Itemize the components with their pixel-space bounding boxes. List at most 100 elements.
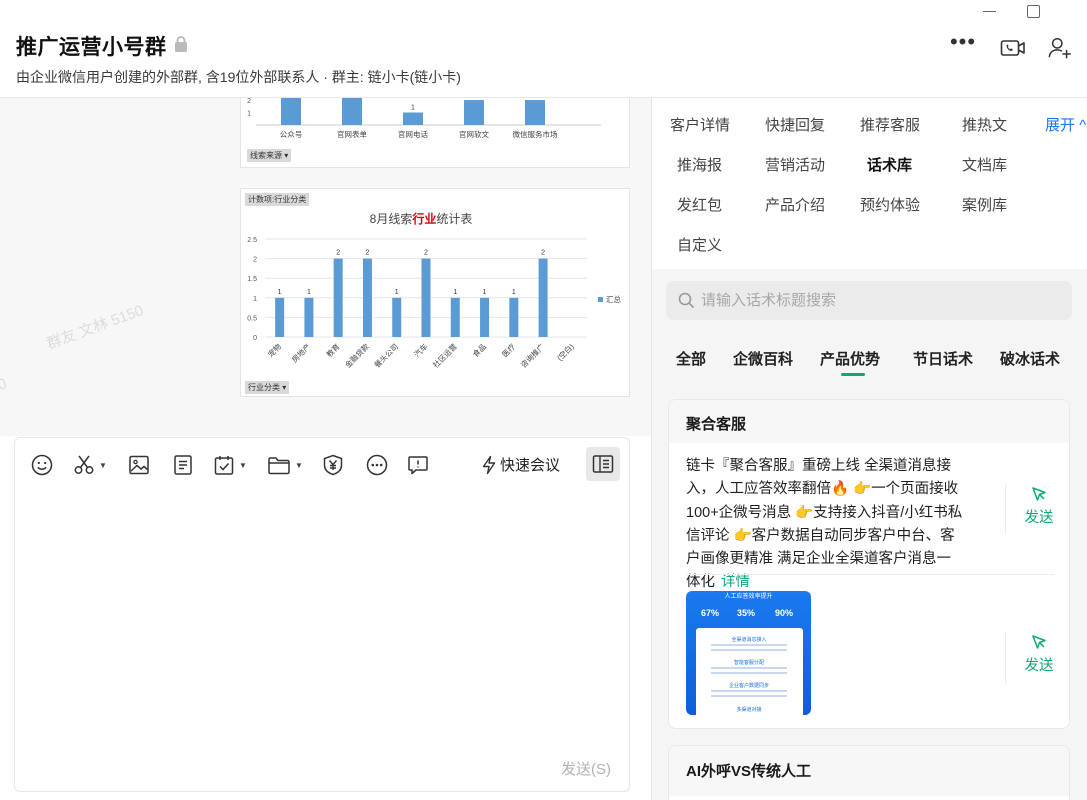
- bar: [362, 258, 372, 337]
- tab-poster[interactable]: 推海报: [677, 154, 722, 175]
- x-tick-label: 官网软文: [459, 129, 489, 139]
- more-circle-icon: [366, 454, 388, 476]
- y-tick-label: 1: [253, 296, 257, 303]
- screenshot-button[interactable]: ▼: [73, 452, 107, 478]
- scissors-icon: [74, 455, 94, 474]
- x-tick-label: 微信服务市场: [513, 129, 558, 139]
- tab-product-intro[interactable]: 产品介绍: [765, 194, 825, 215]
- quick-meeting-label: 快速会议: [500, 457, 561, 474]
- data-label: 1: [411, 105, 415, 112]
- schedule-button[interactable]: ▼: [213, 452, 247, 478]
- bar: [333, 258, 343, 337]
- tab-hot-articles[interactable]: 推热文: [962, 114, 1007, 135]
- file-button[interactable]: ▼: [267, 452, 303, 478]
- bar: [342, 98, 362, 125]
- bar: [275, 297, 285, 337]
- y-tick-label: 2: [247, 98, 251, 105]
- detail-link[interactable]: 详情: [721, 574, 750, 590]
- bar: [450, 297, 460, 337]
- sidebar-toggle-button[interactable]: [586, 447, 620, 481]
- bar: [403, 112, 423, 125]
- industry-bar-chart: 8月线索行业统计表 0 0.5 1 1.5 2 2.5 1 宠物 1 房地产 2 教育 2 金融贷款 1 餐头…: [247, 211, 621, 370]
- chart-image-message[interactable]: 2 1 公众号 官网表单 1 官网电话 2 官网软文 2 微信服务市场 线索来源 ▾: [240, 98, 630, 168]
- tab-customer-detail[interactable]: 客户详情: [670, 114, 730, 135]
- data-label: 2: [336, 250, 340, 257]
- x-tick-label: 社区运营: [430, 341, 459, 370]
- data-label: 2: [366, 250, 370, 257]
- group-title: 推广运营小号群: [16, 36, 167, 59]
- message-composer[interactable]: ▼ ▼ ▼ 快速会议 发送(S): [14, 437, 630, 792]
- tool-tabs: 客户详情 快捷回复 推荐客服 推热文 展开 ^ 推海报 营销活动 话术库 文档库…: [652, 98, 1087, 269]
- x-tick-label: (空白): [555, 341, 577, 363]
- tab-custom[interactable]: 自定义: [677, 234, 722, 255]
- x-tick-label: 金融贷款: [343, 341, 372, 370]
- image-button[interactable]: [128, 452, 150, 478]
- send-text-button[interactable]: 发送: [1019, 486, 1059, 527]
- tab-marketing[interactable]: 营销活动: [765, 154, 825, 175]
- add-member-button[interactable]: [1048, 36, 1074, 60]
- data-label: 2: [541, 250, 545, 257]
- chevron-down-icon: ▼: [99, 460, 107, 470]
- more-tools-button[interactable]: [366, 452, 388, 478]
- chevron-down-icon: ▼: [239, 460, 247, 470]
- category-product-advantage[interactable]: 产品优势: [820, 348, 880, 369]
- y-tick-label: 2.5: [247, 237, 257, 244]
- image-icon: [129, 455, 149, 475]
- search-input[interactable]: [701, 292, 1041, 309]
- sidebar-panel: 客户详情 快捷回复 推荐客服 推热文 展开 ^ 推海报 营销活动 话术库 文档库…: [651, 98, 1087, 800]
- send-image-button[interactable]: 发送: [1019, 634, 1059, 675]
- data-label: 2: [533, 98, 537, 99]
- category-wecom-wiki[interactable]: 企微百科: [733, 348, 793, 369]
- x-tick-label: 咨询推广: [518, 341, 547, 370]
- tab-red-packet[interactable]: 发红包: [677, 194, 722, 215]
- svg-text:多渠道对接: 多渠道对接: [736, 706, 761, 713]
- bar: [421, 258, 431, 337]
- active-category-indicator: [841, 373, 865, 376]
- tab-script-library[interactable]: 话术库: [867, 154, 912, 175]
- category-holiday[interactable]: 节日话术: [913, 348, 973, 369]
- data-label: 1: [307, 289, 311, 296]
- x-tick-label: 宠物: [265, 341, 283, 359]
- x-tick-label: 教育: [324, 341, 342, 359]
- more-button[interactable]: •••: [950, 29, 976, 54]
- calendar-check-icon: [214, 456, 234, 475]
- x-tick-label: 公众号: [280, 130, 303, 139]
- data-label: 2: [472, 98, 476, 99]
- category-icebreaker[interactable]: 破冰话术: [1000, 348, 1060, 369]
- video-call-button[interactable]: [1000, 36, 1026, 60]
- send-button[interactable]: 发送(S): [561, 758, 611, 779]
- document-icon: [174, 455, 192, 475]
- script-image-thumbnail[interactable]: 人工应答效率提升 67% 35% 90% 全渠道消息接入 智能客服分配 企业客户…: [686, 591, 811, 715]
- x-tick-label: 餐头公司: [372, 341, 400, 369]
- tab-recommend-service[interactable]: 推荐客服: [860, 114, 920, 135]
- bar: [464, 100, 484, 125]
- document-button[interactable]: [172, 452, 194, 478]
- script-search[interactable]: [666, 281, 1072, 320]
- message-area[interactable]: 群友 文林 5150 0 2 1 公众号 官网表单 1 官网电话 2 官网软文 2 微信服务市场 …: [0, 98, 651, 436]
- add-user-icon: [1048, 37, 1071, 59]
- tab-book-demo[interactable]: 预约体验: [860, 194, 920, 215]
- bar: [525, 100, 545, 125]
- emoji-button[interactable]: [31, 452, 53, 478]
- tab-case-library[interactable]: 案例库: [962, 194, 1007, 215]
- category-all[interactable]: 全部: [676, 348, 706, 369]
- data-label: 1: [483, 289, 487, 296]
- chat-bubble-icon: [408, 456, 428, 475]
- feedback-button[interactable]: [407, 452, 429, 478]
- script-card: AI外呼VS传统人工: [668, 745, 1070, 800]
- svg-text:智能客服分配: 智能客服分配: [734, 659, 764, 666]
- quick-meeting-button[interactable]: 快速会议: [481, 454, 560, 475]
- search-icon: [678, 292, 695, 309]
- chart-image-message[interactable]: 计数项:行业分类 8月线索行业统计表 0 0.5 1 1.5 2 2.5 1 宠物 1 房地产 2 教…: [240, 188, 630, 397]
- tab-quick-reply[interactable]: 快捷回复: [765, 114, 825, 135]
- data-label: 1: [512, 289, 516, 296]
- expand-button[interactable]: 展开 ^: [1045, 114, 1086, 135]
- payment-button[interactable]: [322, 452, 344, 478]
- bar: [509, 297, 519, 337]
- tab-doc-library[interactable]: 文档库: [962, 154, 1007, 175]
- svg-text:人工应答效率提升: 人工应答效率提升: [724, 592, 772, 600]
- folder-icon: [268, 457, 290, 475]
- x-tick-label: 汽车: [412, 341, 430, 359]
- bar: [281, 98, 301, 125]
- send-cursor-icon: [1032, 487, 1046, 501]
